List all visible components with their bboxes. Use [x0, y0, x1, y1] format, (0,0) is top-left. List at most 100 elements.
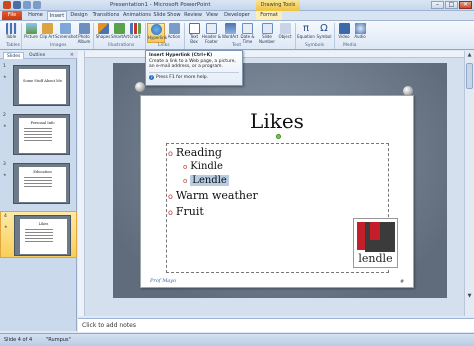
thumbnail-title: Some Stuff About Me: [23, 79, 62, 83]
equation-button[interactable]: π Equation: [297, 23, 315, 40]
slide-canvas[interactable]: Likes o Reading o Kindle o Lendle o Warm wea…: [140, 95, 414, 288]
object-icon: [279, 23, 291, 34]
tab-file[interactable]: File: [2, 11, 22, 20]
bullet-item[interactable]: o Kindle: [183, 161, 223, 172]
video-button[interactable]: Video: [336, 23, 352, 40]
save-icon[interactable]: [13, 1, 21, 9]
help-icon: ?: [149, 74, 154, 80]
vertical-ruler: [78, 51, 85, 316]
bullet-item[interactable]: o Warm weather: [168, 189, 258, 202]
app-icon[interactable]: [3, 1, 11, 9]
scroll-up-icon[interactable]: ▲: [466, 52, 473, 59]
tab-home[interactable]: Home: [26, 11, 45, 20]
slide-number-button[interactable]: Slide Number: [258, 23, 276, 44]
notes-pane[interactable]: Click to add notes: [78, 318, 474, 332]
rotation-handle[interactable]: [276, 134, 281, 139]
transition-star-icon: ★: [4, 224, 8, 229]
slide-thumbnail-4[interactable]: 4 ★ Likes: [0, 211, 77, 258]
group-label-symbols: Symbols: [305, 43, 325, 48]
tab-outline[interactable]: Outline: [26, 52, 48, 59]
header-footer-button[interactable]: Header & Footer: [202, 23, 221, 44]
slide-thumbnail-2[interactable]: 2 ★ Personal Info: [0, 111, 77, 158]
smartart-icon: [113, 23, 125, 34]
group-label-illustrations: Illustrations: [108, 43, 135, 48]
pane-close-icon[interactable]: ×: [70, 52, 74, 58]
date-time-button[interactable]: Date & Time: [238, 23, 257, 44]
transition-star-icon: ★: [3, 123, 7, 128]
clip-art-button[interactable]: Clip Art: [39, 23, 55, 40]
smartart-button[interactable]: SmartArt: [111, 23, 129, 40]
tab-developer[interactable]: Developer: [222, 11, 252, 20]
theme-name: "Rumpus": [46, 337, 71, 343]
table-button[interactable]: Table: [3, 23, 19, 40]
close-button[interactable]: ✕: [459, 1, 472, 9]
thumbnail-title: Personal Info: [30, 121, 55, 125]
action-button[interactable]: Action: [166, 23, 182, 40]
chart-button[interactable]: Chart: [127, 23, 143, 40]
quick-access-toolbar: [3, 1, 41, 9]
tooltip-help: Press F1 for more help.: [156, 74, 209, 80]
bullet-item[interactable]: o Reading: [168, 146, 222, 159]
text-box-button[interactable]: Text Box: [186, 23, 202, 44]
transition-star-icon: ★: [3, 74, 7, 79]
pushpin-icon: [135, 82, 145, 92]
status-bar: Slide 4 of 4 "Rumpus": [0, 333, 474, 346]
tab-transitions[interactable]: Transitions: [91, 11, 121, 20]
tab-slide-show[interactable]: Slide Show: [153, 11, 181, 20]
tab-animations[interactable]: Animations: [122, 11, 152, 20]
vertical-scrollbar[interactable]: ▲ ▼: [464, 51, 474, 316]
bullet-icon: o: [168, 192, 173, 201]
bullet-icon: o: [168, 149, 173, 158]
audio-button[interactable]: Audio: [352, 23, 368, 40]
table-icon: [5, 23, 17, 34]
ribbon: Table Picture Clip Art Screenshot Photo …: [0, 20, 474, 50]
bullet-icon: o: [168, 208, 173, 217]
hyperlink-button[interactable]: Hyperlink: [147, 23, 167, 43]
tooltip-body: Create a link to a Web page, a picture, …: [149, 58, 236, 70]
shapes-button[interactable]: Shapes: [95, 23, 111, 40]
photo-album-icon: [78, 23, 90, 34]
lendle-logo[interactable]: lendle: [353, 218, 398, 268]
selected-text[interactable]: Lendle: [190, 175, 229, 186]
thumbnail-title: Likes: [38, 222, 49, 226]
bullet-icon: o: [183, 177, 188, 185]
bullet-icon: o: [183, 163, 188, 171]
scroll-down-icon[interactable]: ▼: [466, 293, 473, 300]
scrollbar-thumb[interactable]: [466, 63, 473, 89]
group-label-links: Links: [158, 43, 170, 48]
hyperlink-tooltip: Insert Hyperlink (Ctrl+K) Create a link …: [145, 50, 243, 86]
slide-title[interactable]: Likes: [141, 109, 413, 133]
video-icon: [338, 23, 350, 34]
slide-thumbnail-3[interactable]: 3 ★ Education: [0, 160, 77, 207]
redo-icon[interactable]: [33, 1, 41, 9]
pane-tabs: Slides Outline ×: [0, 51, 77, 59]
signature: Prof Mayo: [150, 278, 177, 284]
slides-pane: Slides Outline × 1 ★ Some Stuff About Me…: [0, 51, 77, 331]
pi-icon: π: [302, 23, 310, 34]
wordart-button[interactable]: WordArt: [222, 23, 238, 40]
tab-slides[interactable]: Slides: [3, 52, 25, 59]
object-button[interactable]: Object: [277, 23, 293, 40]
tab-design[interactable]: Design: [69, 11, 89, 20]
minimize-button[interactable]: –: [431, 1, 444, 9]
slide-number-placeholder: #: [400, 279, 405, 285]
horizontal-ruler: [85, 51, 464, 58]
bullet-item[interactable]: o Fruit: [168, 205, 204, 218]
bullet-item[interactable]: o Lendle: [183, 175, 229, 186]
thumbnail-title: Education: [33, 170, 52, 174]
symbol-button[interactable]: Ω Symbol: [316, 23, 332, 40]
wordart-icon: [224, 23, 236, 34]
window-title: Presentation1 - Microsoft PowerPoint: [110, 2, 211, 8]
slide-thumbnail-1[interactable]: 1 ★ Some Stuff About Me: [0, 62, 77, 109]
undo-icon[interactable]: [23, 1, 31, 9]
screenshot-button[interactable]: Screenshot: [55, 23, 77, 40]
window-controls: – □ ✕: [431, 1, 472, 9]
tab-format[interactable]: Format: [256, 11, 282, 20]
photo-album-button[interactable]: Photo Album: [76, 23, 92, 44]
tab-review[interactable]: Review: [183, 11, 203, 20]
maximize-button[interactable]: □: [445, 1, 458, 9]
transition-star-icon: ★: [3, 172, 7, 177]
tab-view[interactable]: View: [204, 11, 220, 20]
picture-button[interactable]: Picture: [23, 23, 39, 40]
action-icon: [168, 23, 180, 34]
